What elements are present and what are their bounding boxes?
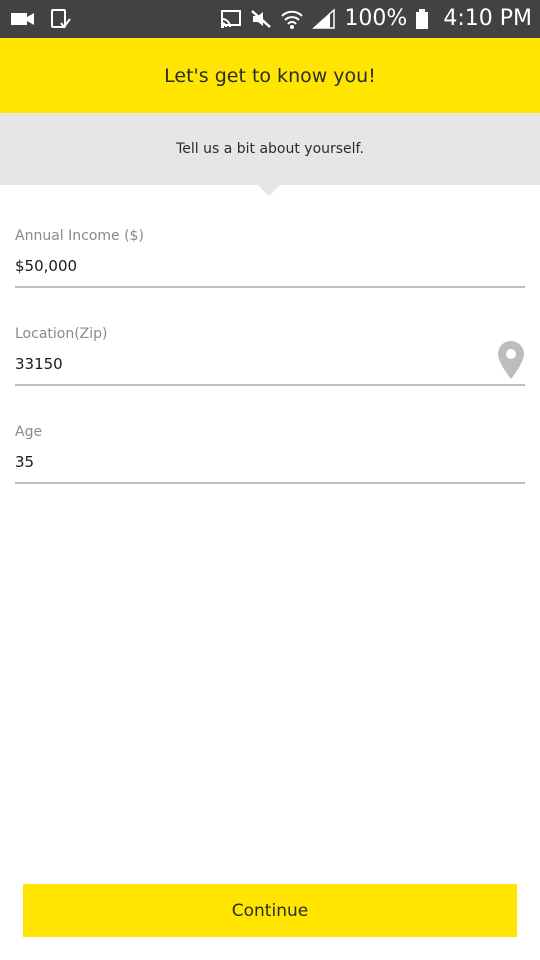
subheader-text: Tell us a bit about yourself. — [176, 141, 364, 157]
continue-button[interactable]: Continue — [23, 884, 517, 937]
status-left-icons — [10, 0, 72, 38]
status-bar: 100% 4:10 PM — [0, 0, 540, 38]
video-camera-icon — [10, 10, 36, 28]
status-time: 4:10 PM — [443, 6, 532, 31]
screenshot-icon — [50, 8, 72, 30]
age-underline — [15, 482, 525, 484]
page-title: Let's get to know you! — [164, 64, 376, 87]
annual-income-input[interactable] — [15, 253, 485, 279]
location-pin-icon[interactable] — [497, 340, 525, 380]
location-zip-field: Location(Zip) — [15, 326, 525, 396]
age-label: Age — [15, 424, 43, 440]
location-zip-underline — [15, 384, 525, 386]
age-input[interactable] — [15, 449, 485, 475]
signal-icon — [312, 8, 336, 30]
location-zip-input[interactable] — [15, 351, 485, 377]
cast-icon — [220, 9, 242, 29]
status-right-icons: 100% 4:10 PM — [220, 0, 532, 38]
subheader-banner: Tell us a bit about yourself. — [0, 113, 540, 185]
wifi-icon — [280, 8, 304, 30]
battery-icon — [415, 8, 429, 30]
location-zip-label: Location(Zip) — [15, 326, 108, 342]
annual-income-underline — [15, 286, 525, 288]
age-field: Age — [15, 424, 525, 494]
header-bar: Let's get to know you! — [0, 38, 540, 113]
mute-icon — [250, 9, 272, 29]
subheader-pointer-triangle — [258, 185, 280, 196]
annual-income-field: Annual Income ($) — [15, 228, 525, 298]
battery-percentage: 100% — [344, 6, 408, 31]
annual-income-label: Annual Income ($) — [15, 228, 144, 244]
